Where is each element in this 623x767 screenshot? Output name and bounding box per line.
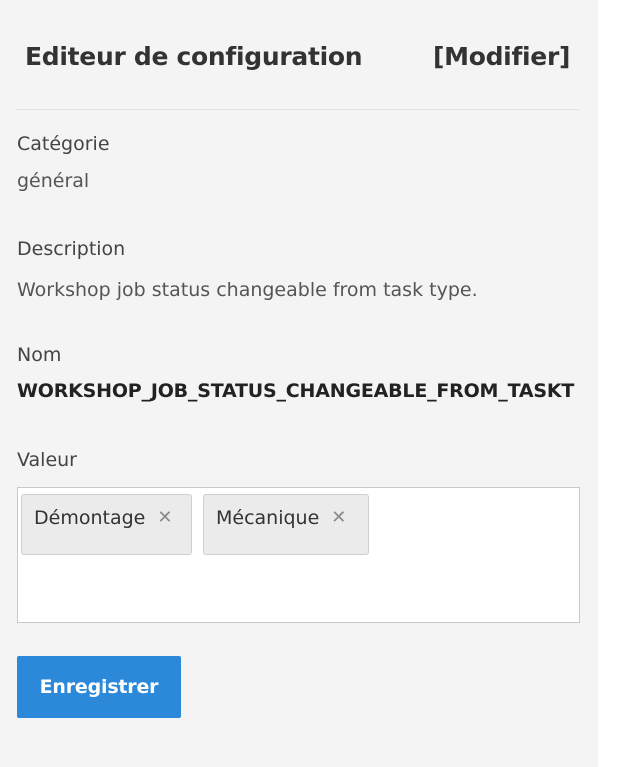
tag-label: Démontage	[34, 507, 146, 529]
header-divider	[16, 109, 579, 110]
tag-demontage: Démontage ✕	[21, 494, 192, 555]
category-value: général	[17, 170, 90, 192]
remove-tag-icon[interactable]: ✕	[157, 507, 172, 529]
modify-link[interactable]: [Modifier]	[433, 42, 570, 71]
name-label: Nom	[17, 344, 62, 366]
value-label: Valeur	[17, 449, 77, 471]
name-value: WORKSHOP_JOB_STATUS_CHANGEABLE_FROM_TASK…	[17, 380, 575, 402]
category-label: Catégorie	[17, 133, 110, 155]
tag-label: Mécanique	[216, 507, 320, 529]
remove-tag-icon[interactable]: ✕	[331, 507, 346, 529]
panel-title: Editeur de configuration	[25, 42, 363, 71]
panel-header: Editeur de configuration [Modifier]	[0, 0, 598, 110]
description-label: Description	[17, 238, 126, 260]
value-tag-input[interactable]: Démontage ✕ Mécanique ✕	[17, 487, 580, 623]
save-button[interactable]: Enregistrer	[17, 656, 181, 718]
configuration-editor-panel: Editeur de configuration [Modifier] Caté…	[0, 0, 598, 767]
tag-mecanique: Mécanique ✕	[203, 494, 369, 555]
description-value: Workshop job status changeable from task…	[17, 279, 478, 301]
